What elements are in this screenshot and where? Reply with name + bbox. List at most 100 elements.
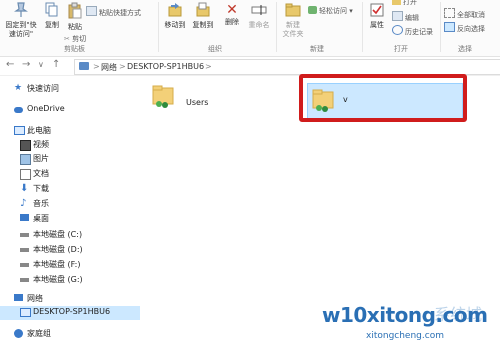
properties-label: 属性	[370, 21, 384, 29]
divider	[362, 2, 363, 52]
up-button[interactable]: ↑	[52, 59, 60, 70]
breadcrumb-sep: >	[93, 62, 100, 71]
watermark: 系统城 w10xitong.com xitongcheng.com	[322, 301, 500, 347]
watermark-main: w10xitong.com	[322, 303, 488, 327]
new-group-label: 新建	[310, 45, 324, 53]
divider	[440, 2, 441, 52]
new-folder-button[interactable]: 新建 文件夹	[280, 2, 306, 39]
history-button[interactable]: 历史记录	[392, 25, 433, 37]
nav-videos[interactable]: 视频	[0, 138, 140, 152]
new-folder-label: 新建 文件夹	[282, 21, 304, 38]
delete-label: 删除	[225, 18, 239, 26]
pin-icon	[14, 2, 28, 17]
recent-dropdown-button[interactable]: ∨	[38, 60, 44, 69]
open-button[interactable]: 打开	[392, 0, 417, 7]
move-to-button[interactable]: 移动到	[162, 2, 188, 30]
nav-music[interactable]: ♪ 音乐	[0, 197, 140, 211]
delete-button[interactable]: ✕ 删除	[220, 2, 244, 27]
breadcrumb-sep: >	[119, 62, 126, 71]
nav-downloads[interactable]: ⬇ 下载	[0, 182, 140, 196]
address-bar[interactable]: > 网络 > DESKTOP-SP1HBU6 >	[74, 59, 500, 75]
video-icon	[20, 140, 31, 151]
nav-this-pc[interactable]: 此电脑	[0, 124, 140, 138]
paste-icon	[68, 2, 82, 19]
clipboard-group-label: 剪贴板	[64, 45, 85, 53]
forward-button[interactable]: →	[22, 59, 30, 70]
nav-pictures[interactable]: 图片	[0, 152, 140, 166]
invert-selection-icon	[444, 22, 455, 32]
nav-drive-g[interactable]: 本地磁盘 (G:)	[0, 273, 140, 287]
folder-name: Users	[186, 98, 209, 107]
open-icon	[392, 0, 401, 5]
computer-icon	[20, 308, 31, 317]
select-none-icon	[444, 8, 455, 18]
nav-drive-f[interactable]: 本地磁盘 (F:)	[0, 258, 140, 272]
paste-button[interactable]: 粘贴	[64, 2, 86, 32]
star-icon: ★	[14, 83, 23, 93]
select-group-label: 选择	[458, 45, 472, 53]
back-button[interactable]: ←	[6, 59, 14, 70]
pin-quick-access-button[interactable]: 固定到"快 速访问"	[2, 2, 40, 39]
nav-documents[interactable]: 文档	[0, 167, 140, 181]
copy-icon	[45, 2, 58, 17]
edit-label: 编辑	[405, 14, 419, 22]
picture-icon	[20, 154, 31, 165]
nav-desktop[interactable]: 桌面	[0, 212, 140, 226]
move-to-label: 移动到	[164, 21, 186, 29]
divider	[276, 2, 277, 52]
cut-label: 剪切	[72, 35, 87, 43]
watermark-sub: xitongcheng.com	[366, 331, 444, 341]
easy-access-button[interactable]: 轻松访问 ▾	[308, 6, 353, 16]
network-icon	[14, 294, 23, 301]
paste-label: 粘贴	[68, 23, 82, 31]
drive-icon	[20, 248, 29, 252]
drive-icon	[20, 278, 29, 282]
select-none-button[interactable]: 全部取消	[444, 8, 485, 20]
nav-desktop-sp1hbu6[interactable]: DESKTOP-SP1HBU6	[0, 306, 140, 320]
organize-group-label: 组织	[208, 45, 222, 53]
properties-icon	[370, 3, 384, 17]
easy-access-icon	[308, 6, 317, 14]
paste-shortcut-label: 粘贴快捷方式	[99, 9, 141, 17]
copy-to-button[interactable]: 复制到	[190, 2, 216, 30]
nav-quick-access[interactable]: ★ 快速访问	[0, 82, 140, 96]
delete-icon: ✕	[226, 2, 238, 18]
homegroup-icon	[14, 329, 23, 338]
scissors-icon: ✂	[64, 35, 70, 43]
breadcrumb-desktop[interactable]: DESKTOP-SP1HBU6	[127, 62, 204, 71]
shared-folder-icon	[152, 85, 174, 108]
history-label: 历史记录	[405, 28, 433, 36]
rename-label: 重命名	[248, 21, 270, 29]
network-location-icon	[79, 62, 89, 70]
folder-users[interactable]: Users	[151, 82, 241, 118]
nav-onedrive[interactable]: OneDrive	[0, 103, 140, 117]
select-none-label: 全部取消	[457, 11, 485, 19]
divider	[158, 2, 159, 52]
open-group-label: 打开	[394, 45, 408, 53]
invert-selection-label: 反向选择	[457, 25, 485, 33]
rename-button[interactable]: 重命名	[246, 2, 272, 30]
edit-button[interactable]: 编辑	[392, 11, 419, 23]
nav-homegroup[interactable]: 家庭组	[0, 327, 140, 341]
paste-shortcut-button[interactable]: 粘贴快捷方式	[86, 6, 141, 18]
ribbon: 固定到"快 速访问" 复制 粘贴 粘贴快捷方式 ✂ 剪切 剪贴板 移动到 复制到…	[0, 0, 500, 57]
nav-network[interactable]: 网络	[0, 292, 140, 306]
properties-button[interactable]: 属性	[366, 2, 388, 30]
drive-icon	[20, 233, 29, 237]
navigation-pane: ★ 快速访问 OneDrive 此电脑 视频 图片 文档 ⬇ 下载 ♪ 音乐 桌…	[0, 77, 140, 347]
pin-label: 固定到"快 速访问"	[5, 21, 37, 38]
rename-icon	[251, 5, 267, 15]
nav-drive-d[interactable]: 本地磁盘 (D:)	[0, 243, 140, 257]
open-label: 打开	[403, 0, 417, 6]
document-icon	[20, 169, 31, 180]
move-to-icon	[168, 3, 182, 17]
shortcut-icon	[86, 6, 97, 16]
invert-selection-button[interactable]: 反向选择	[444, 22, 485, 34]
copy-label: 复制	[45, 21, 59, 29]
copy-button[interactable]: 复制	[42, 2, 62, 30]
desktop-icon	[20, 214, 29, 221]
breadcrumb-network[interactable]: 网络	[101, 62, 117, 73]
nav-drive-c[interactable]: 本地磁盘 (C:)	[0, 228, 140, 242]
cut-button[interactable]: ✂ 剪切	[64, 34, 86, 44]
computer-icon	[14, 126, 25, 135]
